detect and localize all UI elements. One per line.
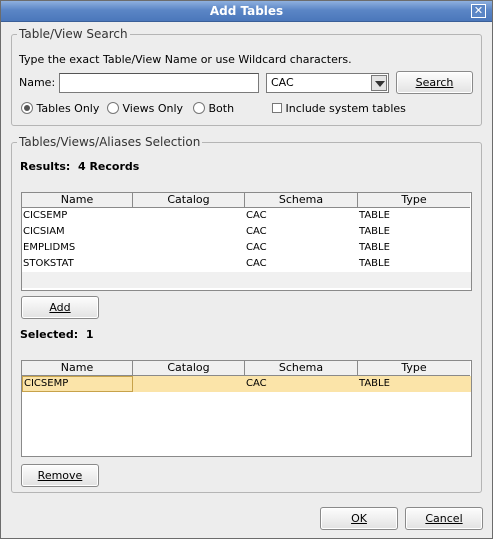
search-button[interactable]: Search [396, 71, 473, 94]
radio-views-only-label: Views Only [122, 102, 184, 115]
name-label: Name: [19, 76, 56, 89]
cell-name: CICSIAM [23, 226, 65, 237]
ok-button-label: OK [351, 512, 367, 525]
cell-schema: CAC [246, 210, 267, 221]
remove-button[interactable]: Remove [21, 464, 99, 487]
radio-both-indicator[interactable] [193, 102, 205, 114]
radio-tables-only[interactable]: Tables Only [21, 102, 99, 115]
search-group-label: Table/View Search [17, 27, 130, 41]
cell-type: TABLE [359, 210, 390, 221]
cell-schema: CAC [246, 226, 267, 237]
cell-schema: CAC [246, 242, 267, 253]
add-button-label: Add [49, 301, 71, 314]
cell-name: CICSEMP [23, 210, 68, 221]
cell-type: TABLE [359, 378, 390, 389]
close-icon[interactable]: ✕ [471, 4, 486, 18]
schema-dropdown[interactable]: CAC [266, 73, 389, 93]
cell-catalog [133, 256, 245, 272]
cell-catalog [133, 224, 245, 240]
name-input[interactable] [59, 73, 259, 93]
results-count: 4 Records [77, 160, 140, 173]
add-tables-dialog: Add Tables ✕ Table/View Search Type the … [0, 0, 493, 539]
selected-label: Selected: [20, 328, 79, 341]
cell-name: CICSEMP [22, 376, 133, 392]
results-table: Name Catalog Schema Type CICSEMP CAC TAB… [21, 192, 472, 291]
selection-group-label: Tables/Views/Aliases Selection [17, 135, 203, 149]
column-header-catalog[interactable]: Catalog [133, 361, 245, 376]
search-button-label: Search [415, 76, 454, 89]
table-row[interactable]: EMPLIDMS CAC TABLE [22, 240, 471, 256]
include-system-tables-box[interactable] [272, 103, 282, 113]
table-row[interactable]: STOKSTAT CAC TABLE [22, 256, 471, 272]
radio-both-label: Both [208, 102, 235, 115]
ok-button[interactable]: OK [320, 507, 398, 530]
include-system-tables-checkbox[interactable]: Include system tables [272, 102, 406, 115]
cell-catalog [133, 240, 245, 256]
title-bar[interactable]: Add Tables ✕ [1, 1, 492, 22]
radio-tables-only-indicator[interactable] [21, 102, 33, 114]
cell-catalog [133, 376, 245, 392]
cell-type: TABLE [359, 226, 390, 237]
remove-button-label: Remove [37, 469, 83, 482]
cell-type: TABLE [359, 242, 390, 253]
selected-table: Name Catalog Schema Type CICSEMP CAC TAB… [21, 360, 472, 457]
results-summary: Results: 4 Records [20, 160, 139, 173]
cell-schema: CAC [246, 378, 267, 389]
column-header-name[interactable]: Name [22, 361, 133, 376]
cancel-button-label: Cancel [425, 512, 463, 525]
radio-views-only[interactable]: Views Only [107, 102, 183, 115]
column-header-name[interactable]: Name [22, 193, 133, 208]
include-system-tables-label: Include system tables [285, 102, 406, 115]
table-row[interactable]: CICSEMP CAC TABLE [22, 208, 471, 224]
radio-tables-only-label: Tables Only [36, 102, 100, 115]
table-row[interactable]: CICSEMP CAC TABLE [22, 376, 471, 392]
cancel-button[interactable]: Cancel [405, 507, 483, 530]
results-table-empty-area [22, 272, 471, 288]
column-header-catalog[interactable]: Catalog [133, 193, 245, 208]
add-button[interactable]: Add [21, 296, 99, 319]
cell-schema: CAC [246, 258, 267, 269]
radio-views-only-indicator[interactable] [107, 102, 119, 114]
selected-count: 1 [85, 328, 94, 341]
selected-summary: Selected: 1 [20, 328, 93, 341]
column-header-type[interactable]: Type [358, 193, 470, 208]
window-title: Add Tables [209, 4, 284, 18]
table-row[interactable]: CICSIAM CAC TABLE [22, 224, 471, 240]
cell-catalog [133, 208, 245, 224]
cell-type: TABLE [359, 258, 390, 269]
schema-dropdown-value: CAC [271, 76, 294, 89]
cell-name: STOKSTAT [23, 258, 74, 269]
cell-name: EMPLIDMS [23, 242, 76, 253]
results-label: Results: [20, 160, 71, 173]
column-header-schema[interactable]: Schema [245, 361, 358, 376]
radio-both[interactable]: Both [193, 102, 234, 115]
chevron-down-icon[interactable] [371, 75, 387, 91]
search-instructions: Type the exact Table/View Name or use Wi… [19, 53, 352, 66]
column-header-type[interactable]: Type [358, 361, 470, 376]
results-table-header: Name Catalog Schema Type [22, 193, 471, 208]
column-header-schema[interactable]: Schema [245, 193, 358, 208]
selected-table-header: Name Catalog Schema Type [22, 361, 471, 376]
